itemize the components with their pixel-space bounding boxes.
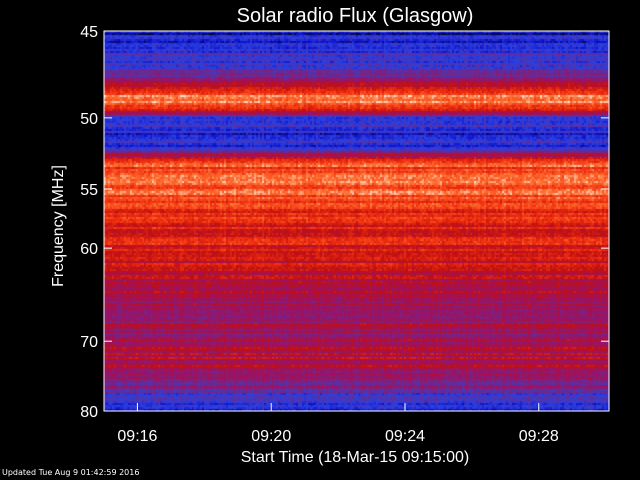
- chart-window: Solar radio Flux (Glasgow) 45 50 55 60 70 80 …: [0, 0, 640, 480]
- y-axis-label: Frequency [MHz]: [50, 165, 67, 287]
- y-tick-label: 70: [80, 334, 98, 351]
- y-tick-label: 80: [80, 404, 98, 421]
- x-tick-label: 09:20: [251, 428, 291, 445]
- x-tick-label: 09:16: [117, 428, 157, 445]
- x-tick-label: 09:28: [519, 428, 559, 445]
- heatmap-image: [104, 31, 609, 411]
- chart-title: Solar radio Flux (Glasgow): [237, 5, 474, 27]
- y-tick-label: 50: [80, 111, 98, 128]
- x-axis-label: Start Time (18-Mar-15 09:15:00): [241, 449, 470, 466]
- y-tick-label: 45: [80, 24, 98, 41]
- x-tick-label: 09:24: [385, 428, 425, 445]
- heatmap-area: [104, 31, 609, 411]
- spectrogram-chart: Solar radio Flux (Glasgow) 455055607080 …: [50, 5, 610, 466]
- updated-timestamp: Updated Tue Aug 9 01:42:59 2016: [2, 468, 140, 477]
- y-tick-label: 60: [80, 241, 98, 258]
- y-tick-label: 55: [80, 182, 98, 199]
